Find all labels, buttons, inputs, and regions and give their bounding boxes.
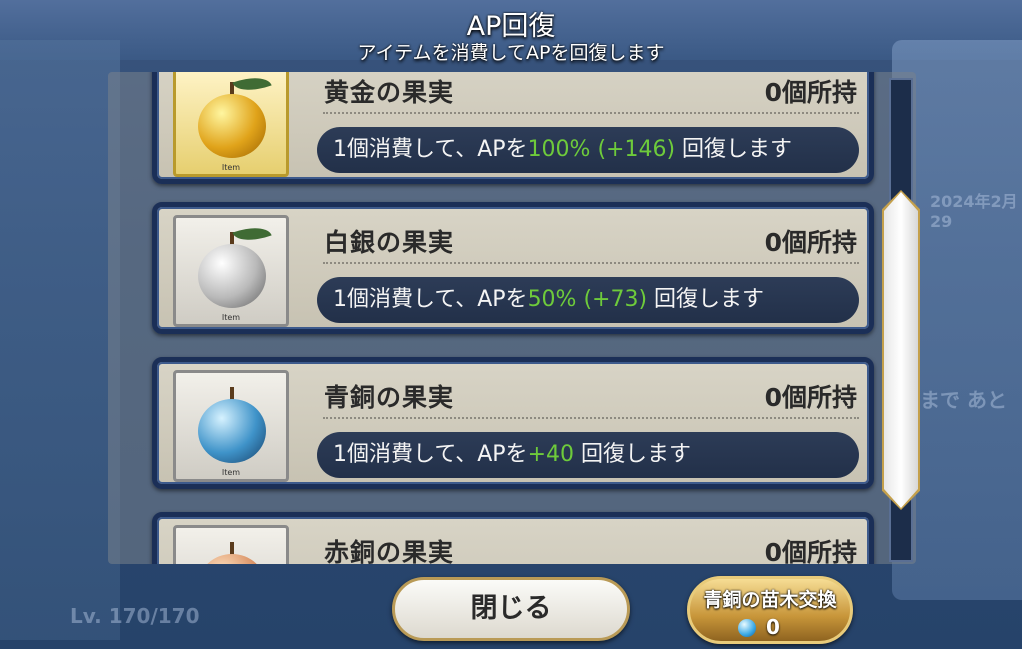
- item-name: 赤銅の果実: [324, 538, 455, 564]
- bronze-sapling-exchange-button[interactable]: 青銅の苗木交換 0: [687, 576, 853, 644]
- item-effect-text: 1個消費して、APを100% (+146) 回復します: [317, 127, 859, 173]
- item-card-copper-fruit[interactable]: 赤銅の果実 0個所持: [152, 512, 874, 564]
- effect-prefix: 1個消費して、APを: [333, 137, 528, 162]
- copper-apple-shape: [198, 554, 266, 564]
- item-divider: [323, 112, 859, 114]
- item-divider: [323, 417, 859, 419]
- item-name: 白銀の果実: [324, 228, 455, 257]
- item-tag: Item: [221, 313, 241, 322]
- item-owned-count: 0個所持: [764, 538, 857, 564]
- item-effect-text: 1個消費して、APを+40 回復します: [317, 432, 859, 478]
- effect-suffix: 回復します: [574, 442, 691, 467]
- copper-fruit-icon: [173, 525, 289, 564]
- background-ghost-date: 2024年2月29: [930, 192, 1018, 231]
- effect-value: 50% (+73): [527, 287, 648, 312]
- background-level-text: Lv. 170/170: [70, 604, 200, 628]
- dialog-subtitle: アイテムを消費してAPを回復します: [357, 42, 665, 64]
- silver-apple-shape: [198, 244, 266, 308]
- scrollbar-thumb[interactable]: [884, 192, 918, 508]
- item-name: 黄金の果実: [324, 78, 455, 107]
- effect-prefix: 1個消費して、APを: [333, 287, 528, 312]
- item-card-bronze-fruit[interactable]: Item 青銅の果実 0個所持 1個消費して、APを+40 回復します: [152, 357, 874, 489]
- close-button[interactable]: 閉じる: [392, 577, 630, 641]
- background-left-panel: [0, 40, 120, 640]
- item-divider: [323, 262, 859, 264]
- gem-icon: [738, 619, 756, 637]
- item-card-gold-fruit[interactable]: Item 黄金の果実 0個所持 1個消費して、APを100% (+146) 回復…: [152, 72, 874, 184]
- item-card-silver-fruit[interactable]: Item 白銀の果実 0個所持 1個消費して、APを50% (+73) 回復しま…: [152, 202, 874, 334]
- item-tag: Item: [221, 468, 241, 477]
- item-name: 青銅の果実: [324, 383, 455, 412]
- bronze-apple-shape: [198, 399, 266, 463]
- effect-suffix: 回復します: [675, 137, 793, 162]
- item-list-content: Item 黄金の果実 0個所持 1個消費して、APを100% (+146) 回復…: [108, 72, 916, 564]
- item-owned-count: 0個所持: [764, 228, 857, 257]
- effect-prefix: 1個消費して、APを: [333, 442, 528, 467]
- item-effect-text: 1個消費して、APを50% (+73) 回復します: [317, 277, 859, 323]
- effect-suffix: 回復します: [647, 287, 765, 312]
- exchange-count: 0: [766, 615, 780, 639]
- item-tag: Item: [221, 163, 241, 172]
- effect-value: 100% (+146): [527, 137, 676, 162]
- gold-apple-shape: [198, 94, 266, 158]
- gold-fruit-icon: Item: [173, 72, 289, 177]
- background-ghost-text: まで あと: [920, 388, 1007, 412]
- exchange-label: 青銅の苗木交換: [703, 589, 837, 611]
- effect-value: +40: [527, 442, 574, 467]
- item-list[interactable]: Item 黄金の果実 0個所持 1個消費して、APを100% (+146) 回復…: [108, 72, 916, 564]
- item-owned-count: 0個所持: [764, 383, 857, 412]
- bronze-fruit-icon: Item: [173, 370, 289, 482]
- item-owned-count: 0個所持: [764, 78, 857, 107]
- silver-fruit-icon: Item: [173, 215, 289, 327]
